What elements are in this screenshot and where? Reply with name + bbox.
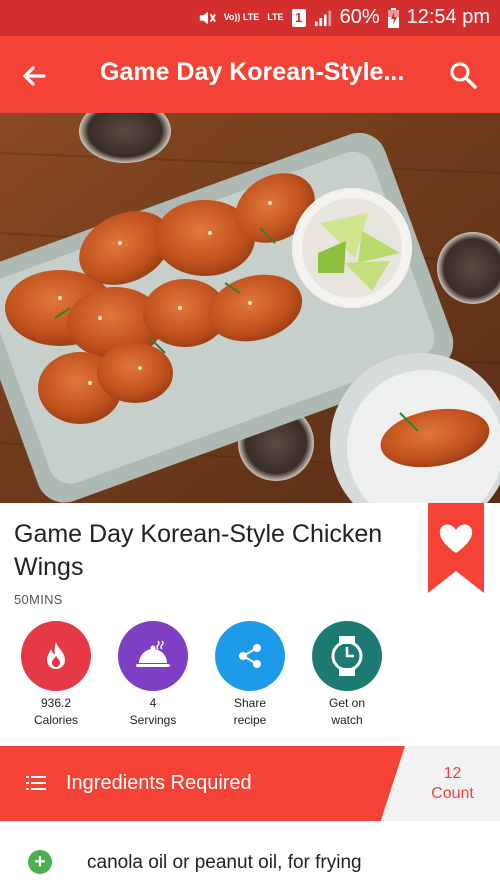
watch-label-line2: watch — [331, 713, 363, 727]
arrow-back-icon[interactable] — [18, 60, 50, 92]
recipe-duration: 50MINS — [14, 592, 63, 607]
recipe-title: Game Day Korean-Style Chicken Wings — [14, 520, 383, 581]
battery-icon — [387, 7, 399, 28]
ingredients-title: Ingredients Required — [66, 772, 252, 794]
lte-indicator: LTE — [267, 12, 284, 22]
list-icon — [26, 776, 46, 790]
list-item: + canola oil or peanut oil, for frying — [0, 838, 500, 888]
recipe-header: Game Day Korean-Style Chicken Wings 50MI… — [14, 518, 404, 607]
watch-button[interactable]: Get on watch — [302, 621, 392, 729]
flame-icon — [21, 621, 91, 691]
status-bar: Vo)) LTE LTE 1 60% 12:54 pm — [0, 0, 500, 36]
status-icons: Vo)) LTE LTE 1 60% 12:54 pm — [198, 6, 490, 29]
sim-icon: 1 — [291, 8, 306, 27]
recipe-actions: 936.2 Calories 4 Servings Share recipe G… — [0, 621, 500, 731]
add-icon[interactable]: + — [28, 850, 52, 874]
share-recipe-button[interactable]: Share recipe — [205, 621, 295, 729]
servings-value: 4 — [149, 696, 157, 710]
page-title: Game Day Korean-Style... — [100, 58, 405, 86]
recipe-photo — [0, 113, 500, 503]
favorite-bookmark-button[interactable] — [428, 503, 484, 593]
servings-action[interactable]: 4 Servings — [108, 621, 198, 729]
battery-percent: 60% — [339, 6, 380, 28]
calories-action[interactable]: 936.2 Calories — [11, 621, 101, 729]
calories-value: 936.2 — [40, 696, 72, 710]
servings-label: Servings — [129, 713, 177, 727]
calories-label: Calories — [33, 713, 78, 727]
signal-icon — [314, 10, 331, 26]
ingredients-count-value: 12 — [443, 765, 462, 782]
ingredient-text: canola oil or peanut oil, for frying — [87, 852, 362, 873]
cloche-icon — [118, 621, 188, 691]
mute-icon — [199, 11, 216, 24]
volte-indicator: Vo)) LTE — [223, 12, 260, 22]
watch-icon — [312, 621, 382, 691]
share-icon — [215, 621, 285, 691]
watch-label-line1: Get on — [328, 696, 366, 710]
ingredients-header: Ingredients Required 12 Count — [0, 746, 500, 821]
search-icon[interactable] — [448, 60, 478, 90]
clock: 12:54 pm — [406, 6, 490, 28]
ingredients-count: 12 Count — [405, 764, 500, 804]
share-label-line1: Share — [233, 696, 267, 710]
ingredients-count-label: Count — [431, 785, 474, 802]
app-bar: Game Day Korean-Style... — [0, 36, 500, 113]
share-label-line2: recipe — [233, 713, 267, 727]
ingredients-title-bar: Ingredients Required — [0, 746, 405, 821]
